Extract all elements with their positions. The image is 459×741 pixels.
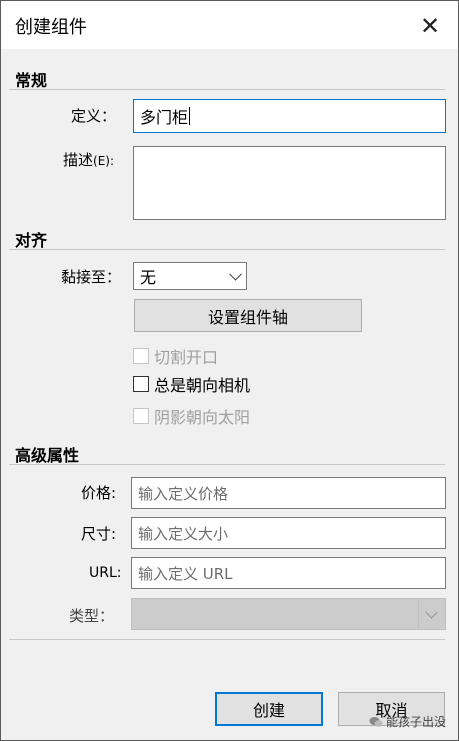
price-placeholder: 输入定义价格 [138, 484, 229, 503]
shadows-face-sun-checkbox[interactable] [133, 408, 149, 424]
title-bar: 创建组件 ✕ [1, 1, 458, 49]
price-input[interactable]: 输入定义价格 [131, 477, 446, 509]
always-face-camera-checkbox[interactable] [133, 376, 149, 392]
size-label: 尺寸: [81, 525, 117, 543]
cut-opening-label: 切割开口 [154, 348, 219, 367]
type-label: 类型： [69, 607, 115, 625]
always-face-camera-option[interactable]: 总是朝向相机 [133, 372, 250, 396]
size-input[interactable]: 输入定义大小 [131, 517, 446, 549]
chat-bubble-icon [369, 716, 383, 727]
section-align-title: 对齐 [15, 231, 48, 250]
cut-opening-option[interactable]: 切割开口 [133, 344, 218, 368]
divider [9, 89, 445, 90]
watermark: 能孩子出没 [369, 713, 446, 730]
close-icon[interactable]: ✕ [417, 12, 443, 40]
cut-opening-checkbox[interactable] [133, 348, 149, 364]
shadows-face-sun-option[interactable]: 阴影朝向太阳 [133, 404, 250, 428]
divider [9, 639, 445, 640]
divider [9, 249, 445, 250]
divider [9, 464, 445, 465]
glue-to-select[interactable]: 无 [133, 262, 247, 290]
chevron-down-icon [229, 267, 242, 281]
definition-input[interactable]: 多门柜 [133, 99, 446, 133]
shadows-face-sun-label: 阴影朝向太阳 [154, 408, 251, 427]
definition-value: 多门柜 [140, 108, 189, 127]
type-select [131, 598, 446, 630]
description-textarea[interactable] [133, 146, 446, 220]
glue-to-label: 黏接至： [61, 268, 122, 286]
watermark-text: 能孩子出没 [386, 715, 447, 729]
size-placeholder: 输入定义大小 [138, 524, 229, 543]
dialog-title: 创建组件 [15, 17, 87, 38]
section-advanced-title: 高级属性 [15, 446, 80, 465]
section-general-title: 常规 [15, 71, 48, 90]
text-caret [189, 107, 191, 125]
always-face-camera-label: 总是朝向相机 [154, 376, 251, 395]
url-label: URL: [89, 565, 122, 581]
url-placeholder: 输入定义 URL [138, 564, 233, 583]
set-component-axes-button[interactable]: 设置组件轴 [134, 299, 362, 332]
glue-to-value: 无 [140, 268, 157, 287]
description-label: 描述(E): [63, 151, 115, 169]
create-component-dialog: 创建组件 ✕ 常规 定义： 多门柜 描述(E): 对齐 黏接至： 无 设置组件轴… [0, 0, 459, 741]
definition-label: 定义： [71, 107, 117, 125]
url-input[interactable]: 输入定义 URL [131, 557, 446, 589]
create-button[interactable]: 创建 [215, 692, 323, 726]
price-label: 价格: [81, 484, 117, 502]
